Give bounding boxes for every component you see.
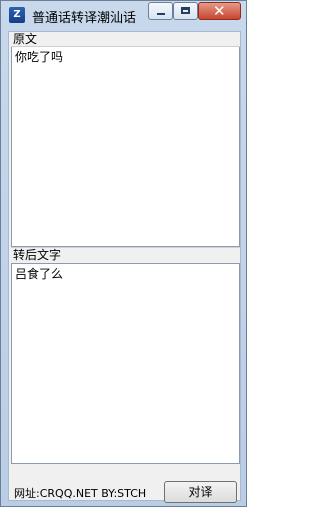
maximize-icon [181, 7, 190, 14]
site-info: 网址:CRQQ.NET BY:STCH [14, 487, 147, 500]
app-logo-icon: Z [9, 7, 25, 23]
minimize-button[interactable] [148, 2, 173, 20]
minimize-icon [157, 13, 165, 15]
result-label: 转后文字 [11, 247, 240, 262]
result-textarea[interactable]: 吕食了么 [11, 263, 240, 464]
title-bar[interactable]: Z 普通话转译潮汕话 ✕ [1, 1, 246, 31]
source-label: 原文 [11, 32, 240, 47]
main-panel: 原文 你吃了吗 转后文字 吕食了么 网址:CRQQ.NET BY:STCH 对译 [8, 31, 241, 503]
window-title: 普通话转译潮汕话 [32, 11, 137, 26]
source-textarea[interactable]: 你吃了吗 [11, 47, 240, 247]
app-window: Z 普通话转译潮汕话 ✕ 原文 你吃了吗 转后文字 吕食了么 网址:CRQQ.N… [0, 0, 247, 507]
maximize-button[interactable] [173, 2, 198, 20]
close-button[interactable]: ✕ [198, 2, 241, 20]
translate-button[interactable]: 对译 [164, 481, 237, 503]
close-icon: ✕ [213, 2, 226, 20]
